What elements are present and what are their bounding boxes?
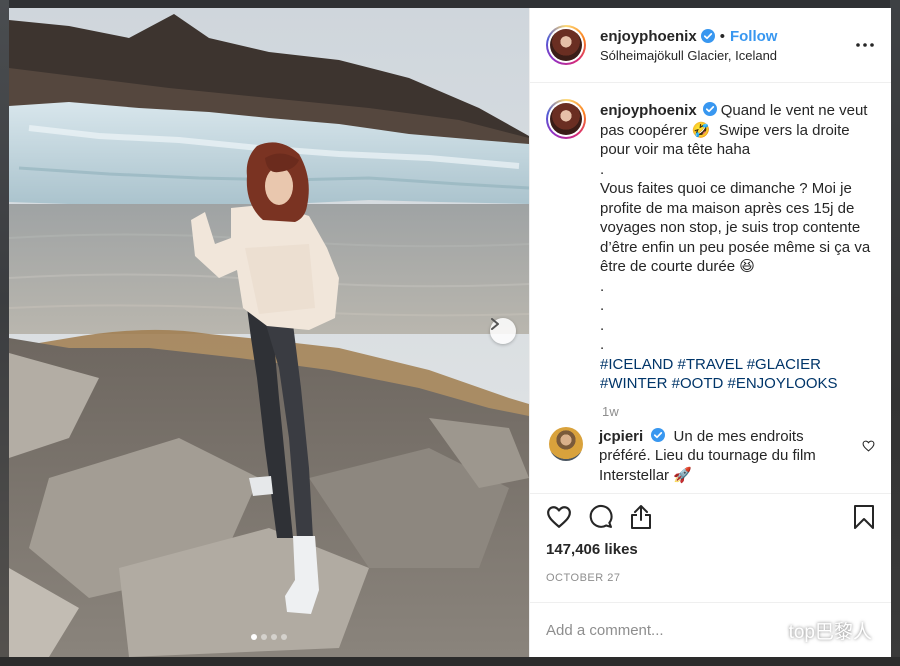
wechat-icon — [752, 619, 782, 641]
comment-item: jcpieri Un de mes endroits préféré. Lieu… — [546, 426, 875, 486]
share-icon[interactable] — [629, 504, 653, 530]
verified-badge-icon — [702, 102, 717, 116]
caption: enjoyphoenix Quand le vent ne veut pas co… — [546, 99, 875, 394]
carousel-dot — [261, 634, 267, 640]
post-photo[interactable] — [9, 8, 529, 657]
page-backdrop-left — [0, 0, 9, 666]
comments-list[interactable]: enjoyphoenix Quand le vent ne veut pas co… — [530, 83, 891, 493]
comment-like-heart-icon[interactable] — [862, 439, 875, 486]
add-comment-placeholder: Add a comment... — [546, 621, 664, 639]
author-username[interactable]: enjoyphoenix — [600, 28, 697, 45]
bookmark-icon[interactable] — [853, 504, 875, 530]
post-details-pane: enjoyphoenix • Follow Sólheimajökull Gla… — [529, 8, 891, 657]
author-avatar[interactable] — [546, 25, 586, 65]
post-modal: enjoyphoenix • Follow Sólheimajökull Gla… — [9, 8, 891, 657]
next-slide-button[interactable] — [490, 318, 516, 344]
watermark: top巴黎人 — [752, 617, 872, 644]
heart-icon[interactable] — [546, 505, 572, 529]
caption-username[interactable]: enjoyphoenix — [600, 102, 697, 119]
separator-dot: • — [719, 27, 725, 45]
page-backdrop-bottom — [0, 657, 900, 666]
photo-scene — [9, 8, 529, 657]
carousel-dot-active — [251, 634, 257, 640]
caption-hashtags[interactable]: #ICELAND #TRAVEL #GLACIER #WINTER #OOTD … — [600, 355, 875, 394]
chevron-right-icon — [491, 318, 499, 330]
commenter-username[interactable]: jcpieri — [599, 428, 643, 445]
carousel-dot — [271, 634, 277, 640]
action-bar — [530, 493, 891, 539]
comment-bubble-icon[interactable] — [588, 504, 613, 529]
caption-author-avatar[interactable] — [546, 99, 586, 139]
carousel-indicator — [9, 634, 529, 640]
follow-button[interactable]: Follow — [730, 28, 778, 45]
caption-text: Quand le vent ne veut pas coopérer 🤣 Swi… — [600, 102, 871, 353]
page-backdrop-right — [890, 0, 900, 666]
likes-count[interactable]: 147,406 likes — [530, 539, 891, 558]
verified-badge-icon — [651, 427, 666, 442]
verified-badge-icon — [700, 29, 715, 43]
watermark-text: top巴黎人 — [788, 622, 872, 643]
carousel-dot — [281, 634, 287, 640]
location-link[interactable]: Sólheimajökull Glacier, Iceland — [600, 48, 853, 63]
more-options-icon[interactable] — [853, 43, 877, 47]
caption-timestamp: 1w — [602, 403, 620, 419]
commenter-avatar[interactable] — [549, 426, 583, 461]
page-backdrop-top — [0, 0, 900, 8]
post-date: OCTOBER 27 — [546, 572, 621, 584]
author-avatar-image — [550, 29, 582, 61]
post-header: enjoyphoenix • Follow Sólheimajökull Gla… — [530, 8, 891, 83]
